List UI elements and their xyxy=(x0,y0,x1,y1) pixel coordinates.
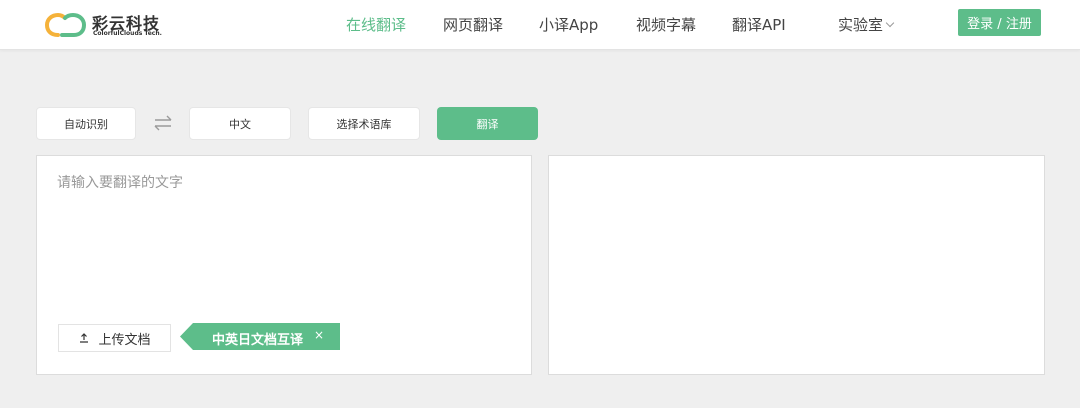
close-icon[interactable]: × xyxy=(314,328,324,342)
target-language-select[interactable]: 中文 xyxy=(189,107,291,140)
source-text-input[interactable] xyxy=(57,172,517,312)
source-language-select[interactable]: 自动识别 xyxy=(36,107,136,140)
document-translate-tag-label: 中英日文档互译 xyxy=(212,333,304,348)
upload-document-button[interactable]: 上传文档 xyxy=(58,324,171,352)
top-navbar: 彩云科技 ColorfulClouds Tech. 在线翻译 网页翻译 小译Ap… xyxy=(0,0,1080,50)
nav-item-online-translate[interactable]: 在线翻译 xyxy=(346,14,406,35)
swap-languages-button[interactable] xyxy=(150,112,176,134)
document-translate-tag[interactable]: 中英日文档互译 × xyxy=(180,323,340,350)
nav-item-lab[interactable]: 实验室 xyxy=(838,14,895,35)
brand-subtitle: ColorfulClouds Tech. xyxy=(93,30,162,37)
cloud-logo-icon xyxy=(44,12,87,37)
nav-item-api[interactable]: 翻译API xyxy=(732,14,786,35)
brand-logo[interactable]: 彩云科技 ColorfulClouds Tech. xyxy=(44,8,174,42)
chevron-down-icon xyxy=(885,18,895,28)
glossary-select[interactable]: 选择术语库 xyxy=(308,107,420,140)
nav-item-lab-label: 实验室 xyxy=(838,16,884,34)
upload-document-label: 上传文档 xyxy=(98,332,151,348)
swap-arrows-icon xyxy=(154,115,172,131)
login-register-button[interactable]: 登录 / 注册 xyxy=(958,9,1041,36)
nav-item-video-subtitles[interactable]: 视频字幕 xyxy=(636,14,696,35)
nav-item-web-translate[interactable]: 网页翻译 xyxy=(443,14,503,35)
nav-item-app[interactable]: 小译App xyxy=(539,14,598,35)
translate-button[interactable]: 翻译 xyxy=(437,107,538,140)
upload-icon xyxy=(80,333,89,343)
translation-output-panel xyxy=(548,155,1045,375)
